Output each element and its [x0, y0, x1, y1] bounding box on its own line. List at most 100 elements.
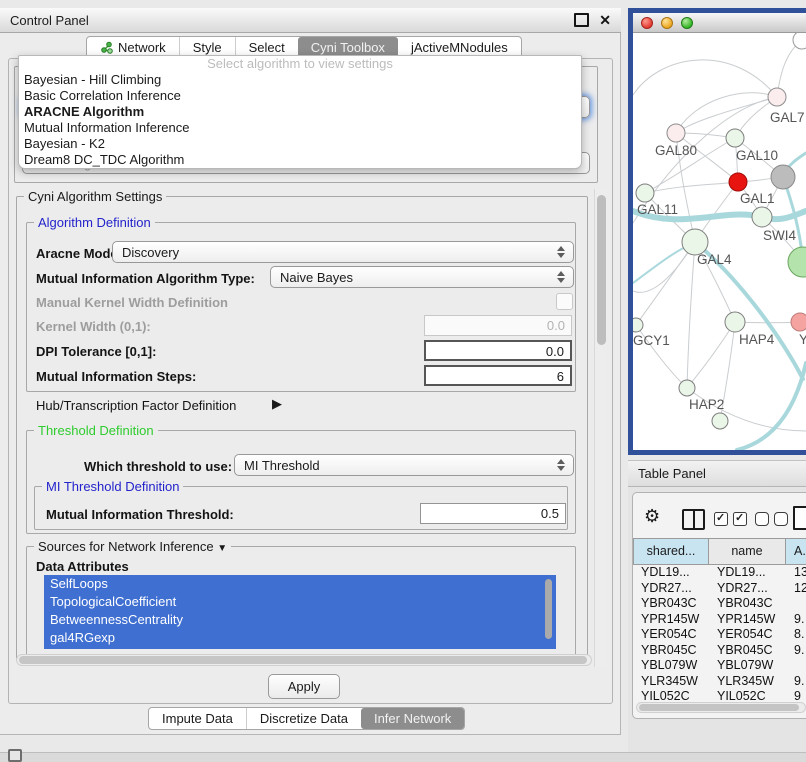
table-cell[interactable]: YDR27...	[633, 581, 709, 597]
table-cell[interactable]: YBL079W	[633, 658, 709, 674]
table-cell[interactable]	[786, 658, 806, 674]
table-cell[interactable]: YLR345W	[709, 674, 786, 690]
table-cell[interactable]: 12	[786, 581, 806, 597]
tab-impute-data-label: Impute Data	[162, 711, 233, 726]
node-table[interactable]: shared... name A... YDL19... YDL19... 13…	[633, 538, 806, 702]
collapse-triangle-icon[interactable]: ▼	[217, 543, 227, 554]
data-attributes-label: Data Attributes	[36, 559, 129, 574]
table-cell[interactable]: YPR145W	[633, 612, 709, 628]
minimize-window-icon[interactable]	[661, 17, 673, 29]
aracne-mode-select[interactable]: Discovery	[112, 241, 574, 263]
network-node[interactable]	[725, 312, 745, 332]
network-edge[interactable]	[687, 322, 735, 388]
network-node[interactable]	[633, 318, 643, 332]
settings-hscrollbar-thumb[interactable]	[19, 656, 587, 664]
float-panel-icon[interactable]	[574, 13, 589, 27]
dropdown-item[interactable]: Bayesian - Hill Climbing	[19, 72, 581, 88]
settings-hscrollbar[interactable]	[16, 654, 592, 666]
table-cell[interactable]: 13	[786, 565, 806, 581]
table-cell[interactable]: 9.	[786, 674, 806, 690]
table-cell[interactable]: YLR345W	[633, 674, 709, 690]
network-edge[interactable]	[737, 363, 806, 450]
settings-scrollbar[interactable]	[594, 189, 607, 667]
network-node[interactable]	[712, 413, 728, 429]
which-threshold-select[interactable]: MI Threshold	[234, 454, 574, 476]
zoom-window-icon[interactable]	[681, 17, 693, 29]
manual-kernel-checkbox[interactable]	[556, 293, 573, 310]
select-all-checkboxes-icon[interactable]	[714, 512, 747, 526]
network-edge[interactable]	[676, 93, 777, 133]
network-node[interactable]	[667, 124, 685, 142]
column-header-avg[interactable]: A...	[786, 538, 806, 565]
network-node[interactable]	[791, 313, 806, 331]
network-edge[interactable]	[633, 60, 777, 97]
table-cell[interactable]: YIL052C	[633, 689, 709, 702]
list-scrollbar-thumb[interactable]	[545, 579, 552, 639]
dropdown-item-selected[interactable]: ARACNE Algorithm	[19, 104, 581, 120]
network-edge[interactable]	[687, 242, 695, 388]
table-cell[interactable]: 8.	[786, 627, 806, 643]
table-cell[interactable]: YDR27...	[709, 581, 786, 597]
kernel-width-field[interactable]: 0.0	[424, 315, 572, 336]
split-columns-icon[interactable]	[682, 509, 705, 530]
table-cell[interactable]: YDL19...	[633, 565, 709, 581]
network-edge[interactable]	[645, 182, 738, 193]
network-node[interactable]	[771, 165, 795, 189]
list-item[interactable]: gal4RGexp	[44, 629, 556, 647]
mi-threshold-field[interactable]: 0.5	[420, 503, 566, 524]
network-node[interactable]	[726, 129, 744, 147]
list-item[interactable]: BetweennessCentrality	[44, 611, 556, 629]
dock-panel-icon[interactable]	[8, 749, 22, 762]
column-header-name[interactable]: name	[709, 538, 786, 565]
tab-infer-network[interactable]: Infer Network	[361, 708, 464, 729]
table-cell[interactable]: YDL19...	[709, 565, 786, 581]
table-hscrollbar-thumb[interactable]	[639, 704, 799, 711]
deselect-all-checkboxes-icon[interactable]	[755, 512, 788, 526]
network-node-label: GCY1	[633, 333, 670, 348]
network-canvas[interactable]: GAL7GAL80GAL10GAL1GAL11SWI4GAL4GCY1HAP4Y…	[633, 33, 806, 450]
dropdown-item[interactable]: Mutual Information Inference	[19, 120, 581, 136]
column-header-shared[interactable]: shared...	[633, 538, 709, 565]
network-node[interactable]	[752, 207, 772, 227]
table-cell[interactable]: YBR045C	[709, 643, 786, 659]
tab-discretize-data[interactable]: Discretize Data	[246, 708, 361, 729]
table-cell[interactable]: YPR145W	[709, 612, 786, 628]
tab-impute-data[interactable]: Impute Data	[149, 708, 246, 729]
gear-icon[interactable]: ⚙	[644, 506, 660, 527]
document-icon[interactable]	[793, 506, 806, 530]
table-hscrollbar[interactable]	[636, 702, 806, 713]
network-node[interactable]	[729, 173, 747, 191]
dropdown-item[interactable]: Basic Correlation Inference	[19, 88, 581, 104]
dropdown-item[interactable]: Dream8 DC_TDC Algorithm	[19, 152, 581, 168]
mi-type-label: Mutual Information Algorithm Type:	[36, 271, 255, 286]
network-node-label: GAL1	[740, 191, 775, 206]
list-item[interactable]: TopologicalCoefficient	[44, 593, 556, 611]
network-node[interactable]	[768, 88, 786, 106]
dpi-tolerance-field[interactable]: 0.0	[424, 340, 572, 361]
table-cell[interactable]: YER054C	[709, 627, 786, 643]
network-node[interactable]	[679, 380, 695, 396]
table-cell[interactable]: YER054C	[633, 627, 709, 643]
close-panel-icon[interactable]: ✕	[599, 13, 611, 27]
table-cell[interactable]: YBR045C	[633, 643, 709, 659]
table-cell[interactable]	[786, 596, 806, 612]
table-cell[interactable]: YBR043C	[709, 596, 786, 612]
network-node[interactable]	[636, 184, 654, 202]
table-cell[interactable]: YIL052C	[709, 689, 786, 702]
table-cell[interactable]: YBR043C	[633, 596, 709, 612]
mi-steps-field[interactable]: 6	[424, 365, 572, 386]
table-cell[interactable]: YBL079W	[709, 658, 786, 674]
network-node[interactable]	[788, 247, 806, 277]
apply-button[interactable]: Apply	[268, 674, 340, 699]
table-cell[interactable]: 9.	[786, 643, 806, 659]
dropdown-item[interactable]: Bayesian - K2	[19, 136, 581, 152]
settings-scrollbar-thumb[interactable]	[597, 195, 606, 345]
expand-triangle-icon[interactable]: ▶	[272, 396, 282, 412]
list-item[interactable]: SelfLoops	[44, 575, 556, 593]
table-cell[interactable]: 9	[786, 689, 806, 702]
table-cell[interactable]: 9.	[786, 612, 806, 628]
network-edge[interactable]	[636, 242, 695, 325]
mi-type-select[interactable]: Naive Bayes	[270, 266, 574, 288]
hub-section-toggle[interactable]: Hub/Transcription Factor Definition	[36, 398, 236, 413]
close-window-icon[interactable]	[641, 17, 653, 29]
